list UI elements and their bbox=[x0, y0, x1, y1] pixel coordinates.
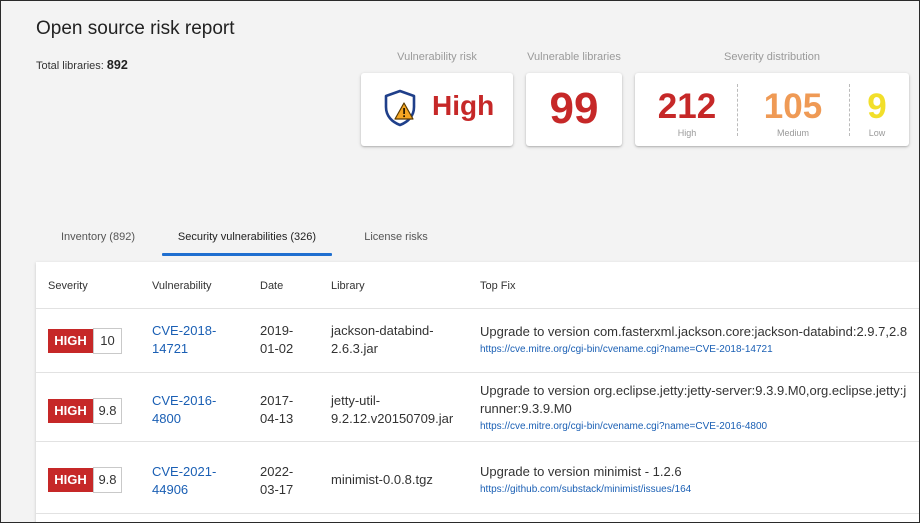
total-libraries-label: Total libraries: bbox=[36, 60, 104, 72]
vulnerability-link[interactable]: CVE-2016- 4800 bbox=[152, 392, 216, 428]
top-fix-url[interactable]: https://cve.mitre.org/cgi-bin/cvename.cg… bbox=[480, 341, 907, 359]
tab-security-vulnerabilities[interactable]: Security vulnerabilities (326) bbox=[162, 222, 332, 256]
vulnerable-libraries-caption: Vulnerable libraries bbox=[527, 51, 621, 63]
severity-badge: HIGH 10 bbox=[48, 328, 122, 354]
column-header-severity[interactable]: Severity bbox=[48, 280, 88, 292]
vulnerability-risk-card: High bbox=[361, 73, 513, 146]
severity-level: HIGH bbox=[48, 468, 93, 492]
top-fix-url[interactable]: https://cve.mitre.org/cgi-bin/cvename.cg… bbox=[480, 418, 906, 436]
severity-medium-label: Medium bbox=[776, 128, 809, 138]
severity-score: 9.8 bbox=[93, 467, 122, 493]
shield-warning-icon bbox=[384, 89, 416, 127]
severity-high: 212 High bbox=[635, 73, 739, 146]
vulnerability-link[interactable]: CVE-2018- 14721 bbox=[152, 322, 216, 358]
library-name: jetty-util- 9.2.12.v20150709.jar bbox=[331, 393, 454, 426]
top-fix-text-continued: runner:9.3.9.M0 bbox=[480, 401, 572, 416]
severity-high-count: 212 bbox=[657, 87, 717, 126]
top-fix: Upgrade to version com.fasterxml.jackson… bbox=[480, 323, 907, 359]
severity-low-count: 9 bbox=[867, 87, 887, 126]
total-libraries-value: 892 bbox=[106, 58, 128, 72]
column-header-top-fix[interactable]: Top Fix bbox=[480, 280, 515, 292]
total-libraries: Total libraries: 892 bbox=[36, 58, 128, 72]
severity-low-label: Low bbox=[868, 128, 886, 138]
table-row[interactable]: HIGH 9.8 CVE-2016- 4800 2017- 04-13 jetty-… bbox=[36, 372, 920, 441]
top-fix-text: Upgrade to version minimist - 1.2.6 bbox=[480, 464, 682, 479]
top-fix-text: Upgrade to version org.eclipse.jetty:jet… bbox=[480, 383, 907, 398]
vulnerability-risk-caption: Vulnerability risk bbox=[397, 51, 477, 63]
severity-high-label: High bbox=[677, 128, 697, 138]
column-header-library[interactable]: Library bbox=[331, 280, 365, 292]
severity-score: 9.8 bbox=[93, 398, 122, 424]
top-fix: Upgrade to version minimist - 1.2.6 http… bbox=[480, 463, 691, 499]
top-fix-url[interactable]: https://github.com/substack/minimist/iss… bbox=[480, 481, 691, 499]
severity-distribution-card: 212 High 105 Medium 9 Low bbox=[635, 73, 909, 146]
top-fix-text: Upgrade to version com.fasterxml.jackson… bbox=[480, 324, 908, 339]
column-header-date[interactable]: Date bbox=[260, 280, 283, 292]
vulnerable-libraries-card: 99 bbox=[526, 73, 622, 146]
tab-license-risks[interactable]: License risks bbox=[354, 222, 438, 256]
vulnerability-date: 2022- 03-17 bbox=[260, 464, 294, 497]
vulnerability-risk-value: High bbox=[432, 90, 495, 121]
vulnerabilities-table: Severity Vulnerability Date Library Top … bbox=[36, 262, 920, 523]
vulnerability-date: 2017- 04-13 bbox=[260, 393, 294, 426]
severity-badge: HIGH 9.8 bbox=[48, 398, 122, 424]
severity-distribution-caption: Severity distribution bbox=[724, 51, 820, 63]
severity-low: 9 Low bbox=[851, 73, 903, 146]
library-name: minimist-0.0.8.tgz bbox=[331, 472, 433, 487]
column-header-vulnerability[interactable]: Vulnerability bbox=[152, 280, 212, 292]
severity-level: HIGH bbox=[48, 399, 93, 423]
top-fix: Upgrade to version org.eclipse.jetty:jet… bbox=[480, 382, 906, 436]
library-name: jackson-databind- 2.6.3.jar bbox=[331, 323, 434, 356]
vulnerability-link[interactable]: CVE-2021- 44906 bbox=[152, 463, 216, 499]
page-title: Open source risk report bbox=[36, 18, 235, 39]
vulnerability-date: 2019- 01-02 bbox=[260, 323, 294, 356]
severity-badge: HIGH 9.8 bbox=[48, 467, 122, 493]
tab-inventory[interactable]: Inventory (892) bbox=[50, 222, 146, 256]
table-row[interactable]: HIGH 10 CVE-2018- 14721 2019- 01-02 jackso… bbox=[36, 308, 920, 372]
severity-divider bbox=[849, 84, 850, 136]
table-row-divider bbox=[36, 513, 920, 523]
severity-score: 10 bbox=[93, 328, 122, 354]
table-row[interactable]: HIGH 9.8 CVE-2021- 44906 2022- 03-17 minim… bbox=[36, 441, 920, 513]
severity-level: HIGH bbox=[48, 329, 93, 353]
vulnerable-libraries-value: 99 bbox=[549, 84, 599, 133]
severity-medium: 105 Medium bbox=[739, 73, 847, 146]
severity-divider bbox=[737, 84, 738, 136]
severity-medium-count: 105 bbox=[763, 87, 823, 126]
